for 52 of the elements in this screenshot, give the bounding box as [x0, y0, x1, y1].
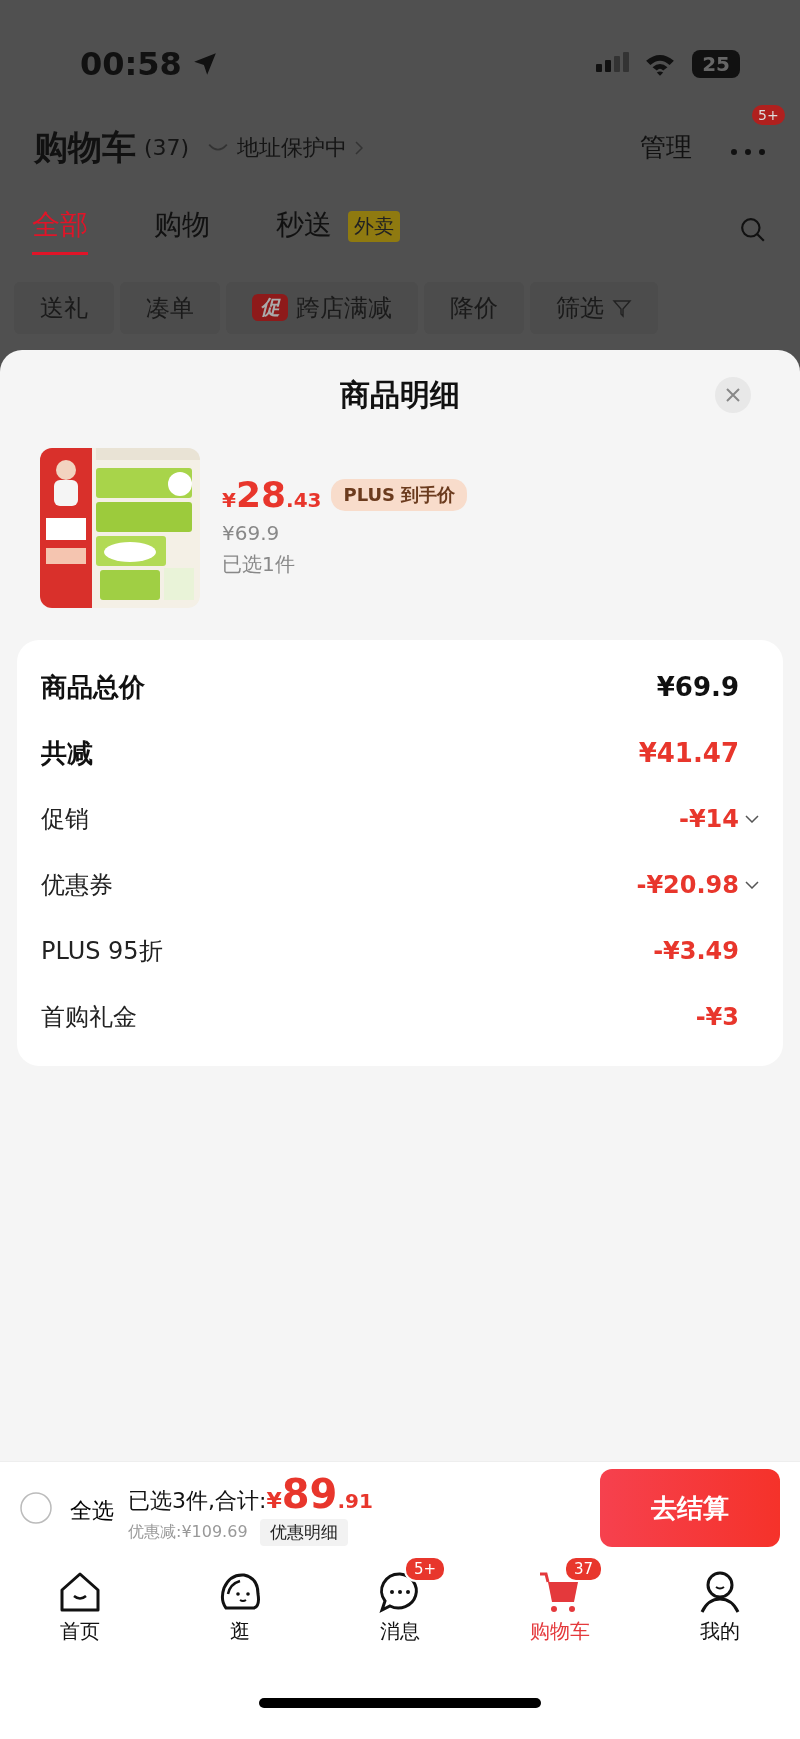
breakdown-value: -¥14 [678, 805, 739, 833]
price-text: ¥28.43 [222, 474, 322, 515]
breakdown-value: -¥3 [695, 1003, 739, 1031]
breakdown-value: -¥3.49 [653, 937, 739, 965]
person-icon [698, 1570, 742, 1614]
breakdown-label: 促销 [41, 804, 89, 835]
breakdown-label: 共减 [41, 736, 93, 770]
breakdown-label: 商品总价 [41, 670, 145, 704]
nav-tab[interactable]: 首页 [0, 1554, 160, 1645]
summary-label: 已选3件,合计: [128, 1486, 267, 1515]
item-count: (37) [144, 135, 190, 160]
manage-button[interactable]: 管理 [640, 130, 692, 165]
breakdown-label: 优惠券 [41, 870, 113, 901]
count-badge: 37 [564, 1556, 604, 1582]
page-title: 购物车 [34, 125, 136, 169]
discount-detail-button[interactable]: 优惠明细 [259, 1518, 348, 1546]
battery-indicator: 25 [692, 50, 740, 78]
discount-amount: 优惠减:¥109.69 [128, 1521, 248, 1543]
chevron-down-icon[interactable] [745, 881, 759, 889]
close-icon[interactable] [715, 377, 751, 413]
address-protection-link[interactable]: 地址保护中 [237, 132, 348, 163]
chevron-down-icon[interactable] [745, 815, 759, 823]
breakdown-label: PLUS 95折 [41, 936, 163, 967]
home-icon [58, 1570, 102, 1614]
nav-tab[interactable]: 逛 [160, 1554, 320, 1645]
breakdown-value: ¥41.47 [638, 738, 739, 768]
breakdown-label: 首购礼金 [41, 1002, 137, 1033]
selected-count: 已选1件 [222, 551, 296, 578]
total-price: ¥89.91 [266, 1470, 373, 1517]
search-icon[interactable] [740, 217, 766, 243]
filter-icon [612, 297, 632, 318]
select-all-checkbox[interactable] [20, 1492, 52, 1524]
breakdown-value: ¥69.9 [656, 672, 739, 702]
promo-tag: 促 [252, 294, 288, 321]
notification-badge: 5+ [752, 105, 785, 125]
original-price: ¥69.9 [222, 521, 281, 545]
nav-tab[interactable]: 我的 [640, 1554, 800, 1645]
category-tab[interactable]: 全部 [32, 205, 88, 255]
delivery-tag: 外卖 [348, 210, 400, 242]
category-tab[interactable]: 购物 [154, 205, 210, 255]
nav-tab[interactable]: 37 购物车 [480, 1554, 640, 1645]
chevron-right-icon [355, 140, 364, 155]
category-tab[interactable]: 秒送 [276, 205, 332, 255]
count-badge: 5+ [404, 1556, 447, 1582]
nav-tab[interactable]: 5+ 消息 [320, 1554, 480, 1645]
more-icon[interactable] [730, 148, 766, 156]
sheet-title: 商品明细 [340, 375, 460, 414]
select-all-label: 全选 [70, 1497, 114, 1525]
checkout-button[interactable]: 去结算 [600, 1469, 780, 1547]
breakdown-value: -¥20.98 [636, 871, 739, 899]
clock-time: 00:58 [80, 45, 182, 83]
price-tag: PLUS 到手价 [331, 478, 468, 511]
